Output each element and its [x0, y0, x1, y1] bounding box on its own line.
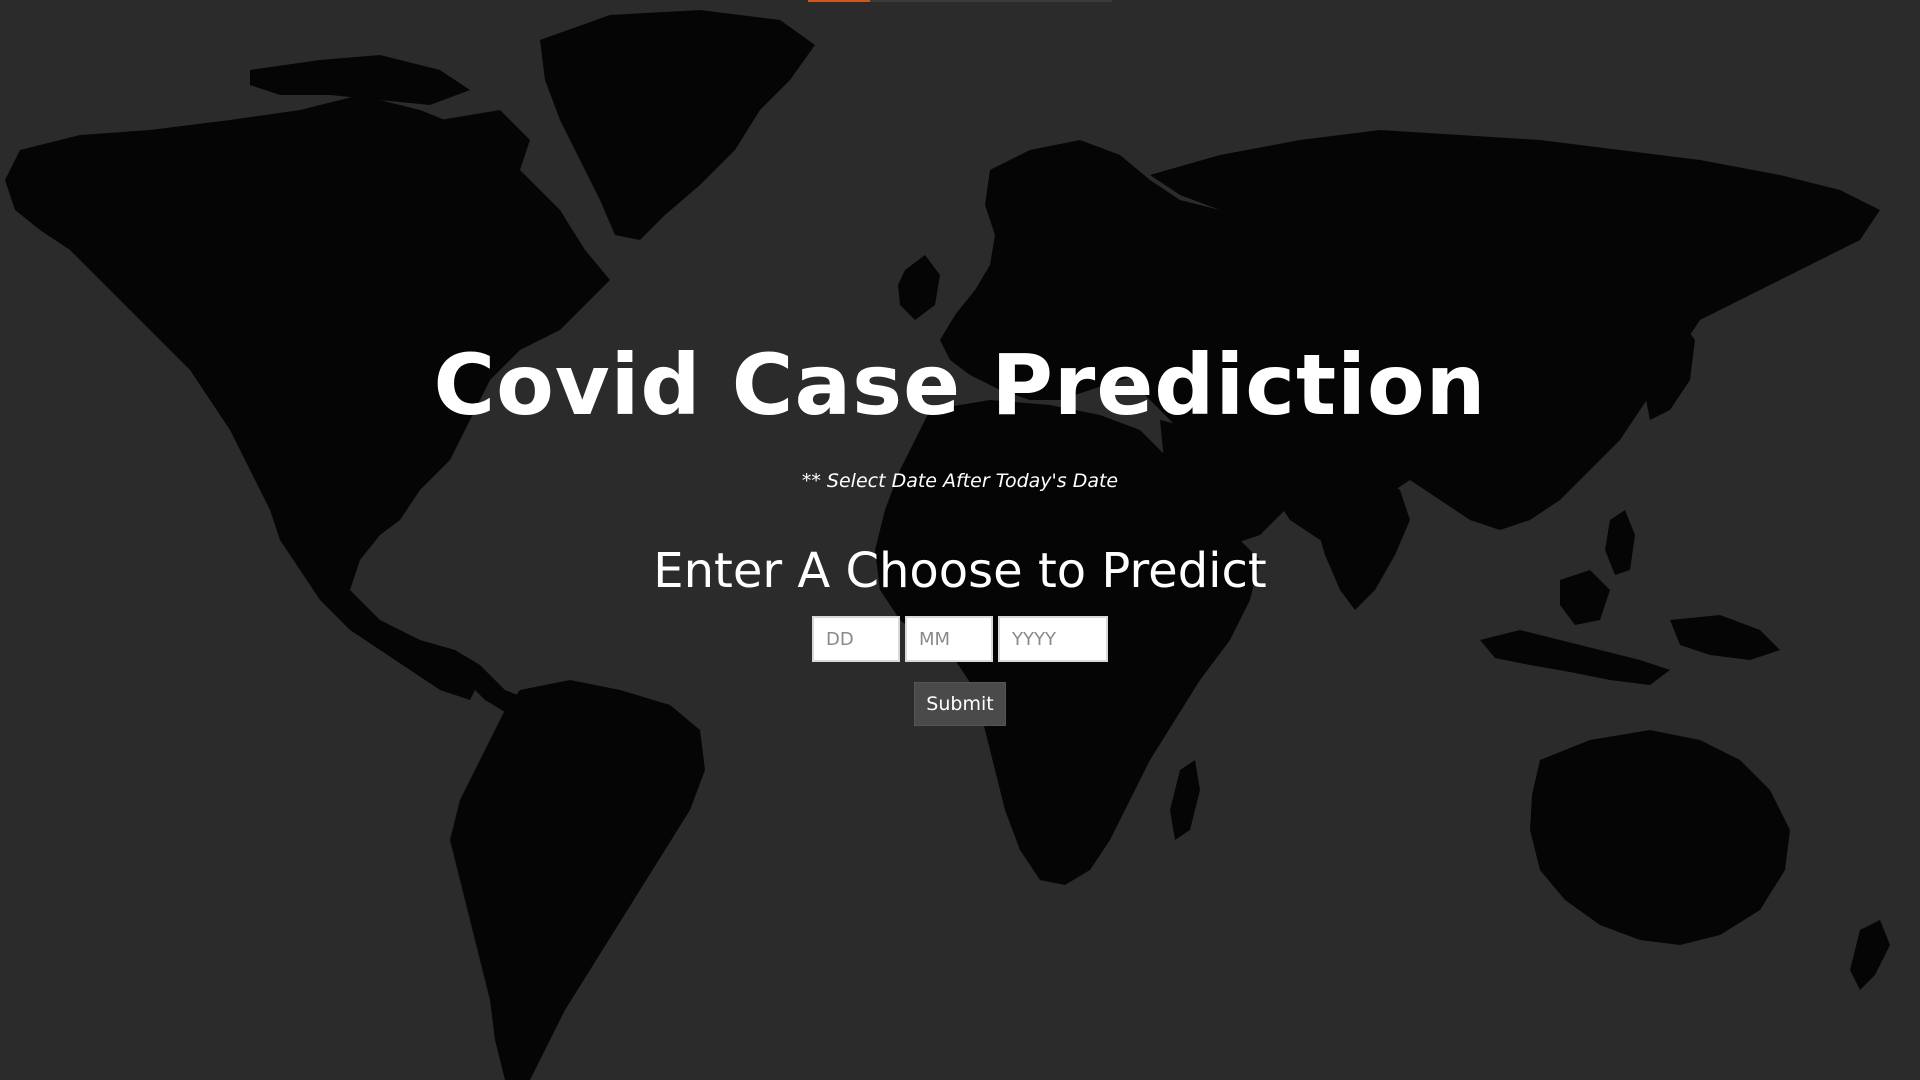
- page: Covid Case Prediction ** Select Date Aft…: [0, 0, 1920, 1080]
- month-input[interactable]: [905, 616, 993, 662]
- form-heading: Enter A Choose to Predict: [653, 543, 1267, 599]
- main-content: Covid Case Prediction ** Select Date Aft…: [0, 0, 1920, 1080]
- page-title: Covid Case Prediction: [433, 336, 1487, 434]
- day-input[interactable]: [812, 616, 900, 662]
- date-input-row: [812, 616, 1108, 662]
- submit-button[interactable]: Submit: [914, 682, 1006, 726]
- year-input[interactable]: [998, 616, 1108, 662]
- date-note: ** Select Date After Today's Date: [801, 470, 1119, 492]
